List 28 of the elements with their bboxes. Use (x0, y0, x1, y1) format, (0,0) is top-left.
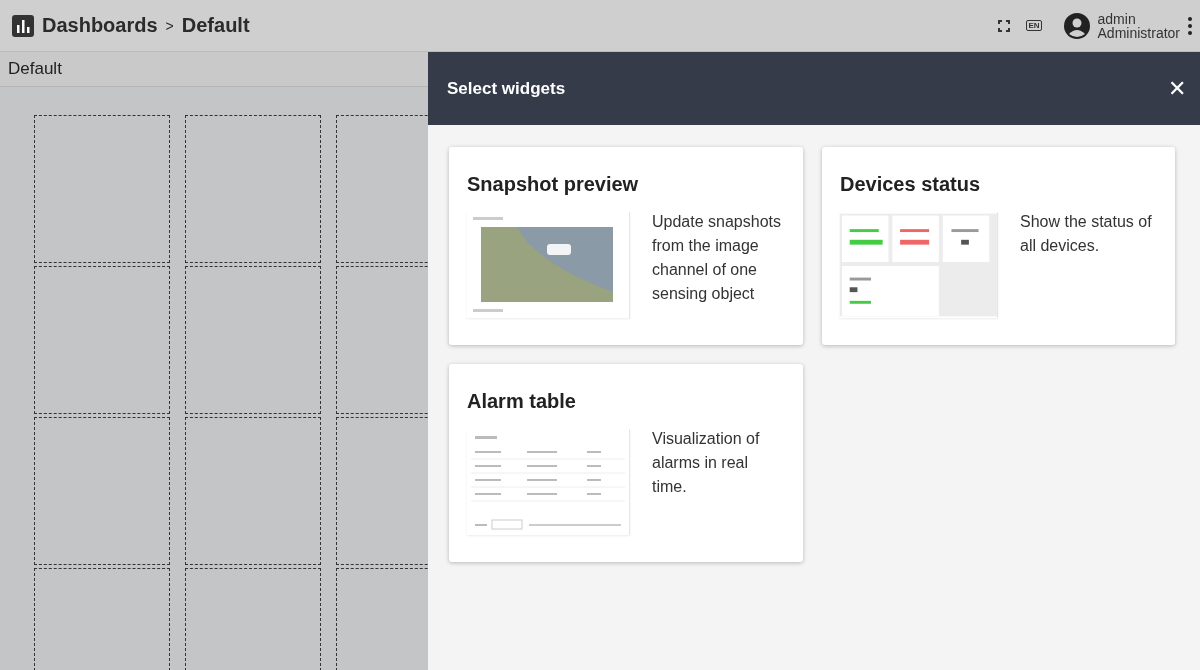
widget-slot[interactable] (34, 266, 170, 414)
widget-slot[interactable] (34, 417, 170, 565)
widget-title: Alarm table (467, 390, 577, 413)
user-name: admin (1097, 11, 1137, 26)
widget-card[interactable]: Devices status Show the status of all devices. (822, 147, 1175, 345)
bar-chart-icon (12, 14, 34, 37)
user-role: Administrator (1097, 25, 1180, 40)
breadcrumb-separator: > (165, 17, 174, 34)
widget-card[interactable]: Alarm table Visualization of alarms in real time. (449, 364, 803, 562)
more-vertical-icon[interactable] (1188, 16, 1192, 35)
widget-title: Devices status (840, 173, 982, 196)
user-avatar-icon[interactable] (1063, 12, 1090, 39)
widget-description: Show the status of all devices. (1020, 212, 1153, 256)
language-button[interactable]: EN (1026, 20, 1042, 31)
breadcrumb-item[interactable]: Dashboards (42, 14, 158, 37)
widget-card[interactable]: Snapshot preview Update snapshots from the image channel of one sensing object (449, 147, 803, 345)
widget-slot[interactable] (34, 115, 170, 263)
widget-description: Visualization of alarms in real time. (652, 429, 761, 497)
widget-title: Snapshot preview (467, 173, 640, 196)
fullscreen-icon[interactable] (998, 19, 1011, 32)
close-button[interactable]: ✕ (1168, 75, 1186, 102)
widget-slot[interactable] (185, 115, 321, 263)
widget-slot[interactable] (185, 417, 321, 565)
panel-title: Select widgets (447, 78, 566, 99)
breadcrumb-item: Default (181, 14, 250, 37)
dashboard-title: Default (8, 59, 62, 79)
widget-slot[interactable] (185, 266, 321, 414)
widget-description: Update snapshots from the image channel of one sensing object (652, 212, 782, 304)
